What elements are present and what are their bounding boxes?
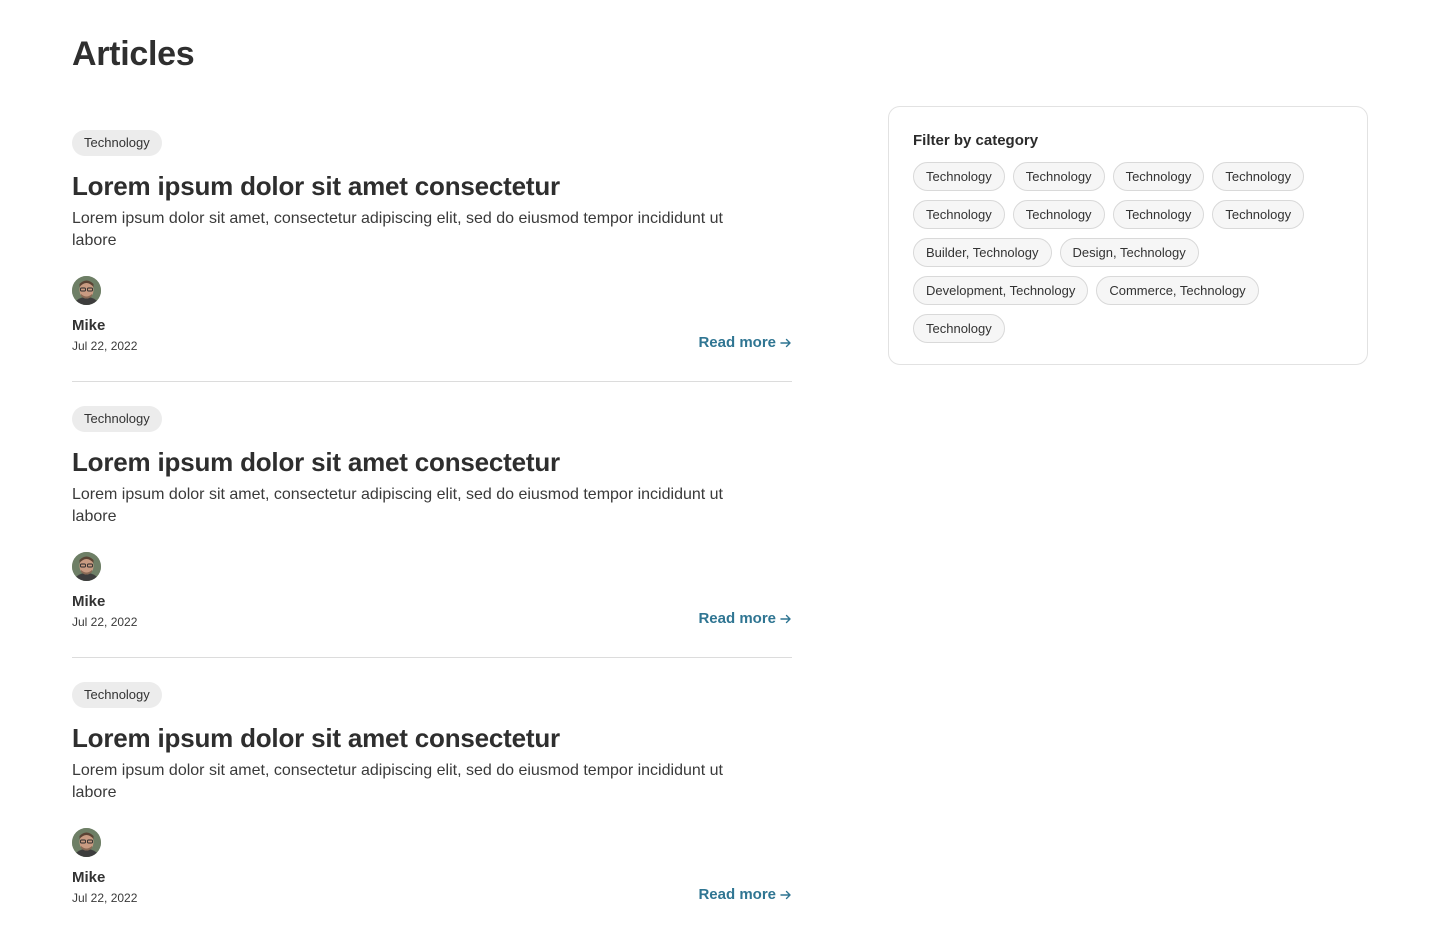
- article-excerpt: Lorem ipsum dolor sit amet, consectetur …: [72, 762, 723, 801]
- category-chip[interactable]: Technology: [1012, 200, 1105, 229]
- category-chip[interactable]: Technology: [1212, 200, 1305, 229]
- article-card: Technology Lorem ipsum dolor sit amet co…: [72, 682, 792, 929]
- read-more-label: Read more: [698, 610, 776, 627]
- category-chip[interactable]: Technology: [1112, 162, 1205, 191]
- read-more-link[interactable]: Read more: [698, 885, 792, 905]
- author-name: Mike: [72, 593, 106, 610]
- article-list: Technology Lorem ipsum dolor sit amet co…: [72, 130, 792, 929]
- category-chip[interactable]: Builder, Technology: [913, 238, 1052, 267]
- divider: [72, 381, 792, 382]
- article-tag[interactable]: Technology: [72, 406, 162, 432]
- filter-title: Filter by category: [913, 132, 1039, 149]
- category-filter-panel: Filter by category Technology Technology…: [888, 106, 1368, 365]
- category-chip[interactable]: Technology: [913, 200, 1005, 229]
- category-chip[interactable]: Technology: [913, 314, 1005, 343]
- article-title[interactable]: Lorem ipsum dolor sit amet consectetur: [72, 446, 792, 478]
- category-chip[interactable]: Technology: [1112, 200, 1205, 229]
- category-chip-list: Technology Technology Technology Technol…: [913, 162, 1343, 343]
- category-chip[interactable]: Design, Technology: [1059, 238, 1199, 267]
- article-title[interactable]: Lorem ipsum dolor sit amet consectetur: [72, 170, 792, 202]
- category-chip[interactable]: Commerce, Technology: [1096, 276, 1259, 305]
- article-excerpt: Lorem ipsum dolor sit amet, consectetur …: [72, 486, 723, 525]
- avatar: [72, 276, 101, 305]
- publish-date: Jul 22, 2022: [72, 615, 138, 629]
- category-chip[interactable]: Technology: [913, 162, 1005, 191]
- article-tag[interactable]: Technology: [72, 130, 162, 156]
- read-more-link[interactable]: Read more: [698, 333, 792, 353]
- read-more-label: Read more: [698, 886, 776, 903]
- avatar-photo-icon: [72, 828, 101, 857]
- page-title: Articles: [72, 35, 195, 73]
- arrow-right-icon: [780, 338, 791, 348]
- avatar-photo-icon: [72, 552, 101, 581]
- avatar: [72, 552, 101, 581]
- article-card: Technology Lorem ipsum dolor sit amet co…: [72, 406, 792, 682]
- category-chip[interactable]: Technology: [1212, 162, 1305, 191]
- author-name: Mike: [72, 869, 106, 886]
- article-excerpt: Lorem ipsum dolor sit amet, consectetur …: [72, 210, 723, 249]
- avatar: [72, 828, 101, 857]
- article-title[interactable]: Lorem ipsum dolor sit amet consectetur: [72, 722, 792, 754]
- page: Articles Technology Lorem ipsum dolor si…: [0, 0, 1440, 929]
- arrow-right-icon: [780, 614, 791, 624]
- publish-date: Jul 22, 2022: [72, 891, 138, 905]
- author-name: Mike: [72, 317, 106, 334]
- category-chip[interactable]: Development, Technology: [913, 276, 1089, 305]
- avatar-photo-icon: [72, 276, 101, 305]
- arrow-right-icon: [780, 890, 791, 900]
- article-card: Technology Lorem ipsum dolor sit amet co…: [72, 130, 792, 406]
- read-more-label: Read more: [698, 334, 776, 351]
- category-chip[interactable]: Technology: [1012, 162, 1105, 191]
- publish-date: Jul 22, 2022: [72, 339, 138, 353]
- read-more-link[interactable]: Read more: [698, 609, 792, 629]
- article-tag[interactable]: Technology: [72, 682, 162, 708]
- divider: [72, 657, 792, 658]
